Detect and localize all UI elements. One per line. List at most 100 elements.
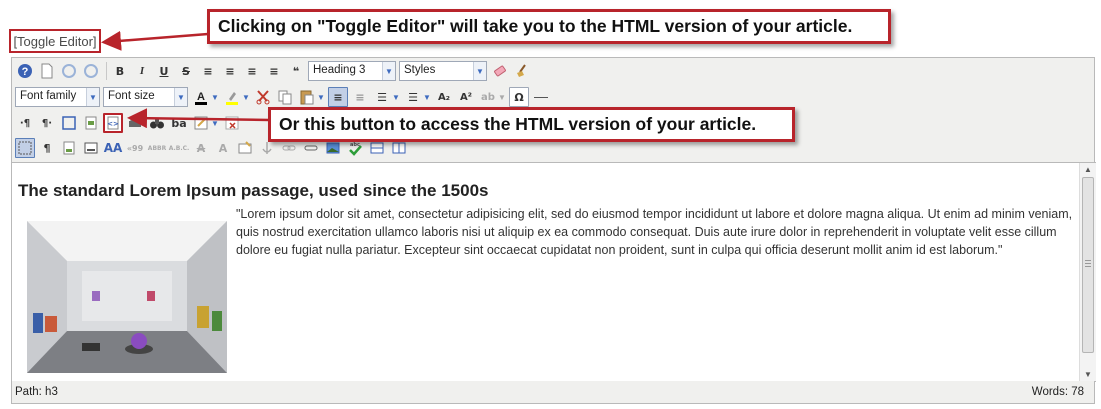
undo-button[interactable]: [59, 61, 79, 81]
chevron-down-icon[interactable]: ▼: [317, 93, 325, 102]
chevron-down-icon[interactable]: ▼: [211, 93, 219, 102]
scroll-down-icon[interactable]: ▼: [1080, 368, 1096, 381]
ltr-button[interactable]: ·¶: [15, 113, 35, 133]
toolbar-row-3: ·¶ ¶· <> ba ▼: [15, 112, 244, 134]
subscript-button[interactable]: A₂: [434, 87, 454, 107]
visual-aid-button[interactable]: [15, 138, 35, 158]
help-button[interactable]: ?: [15, 61, 35, 81]
paste-button[interactable]: [297, 87, 317, 107]
replace-button[interactable]: ba: [169, 113, 189, 133]
styles-select[interactable]: Styles ▼: [399, 61, 487, 81]
insertion-button[interactable]: A: [213, 138, 233, 158]
scrollbar-thumb[interactable]: [1082, 177, 1094, 353]
chevron-down-icon[interactable]: ▼: [498, 93, 506, 102]
vertical-scrollbar[interactable]: ▲ ▼: [1079, 163, 1096, 381]
blockquote-icon: ❝: [292, 64, 300, 78]
bold-button[interactable]: B: [110, 61, 130, 81]
font-family-select[interactable]: Font family ▼: [15, 87, 100, 107]
insert-page-button[interactable]: [59, 138, 79, 158]
special-char-button[interactable]: Ω: [509, 87, 529, 107]
deletion-icon: A: [196, 141, 206, 155]
format-select-value: Heading 3: [313, 64, 366, 76]
svg-text:A: A: [197, 91, 205, 103]
align-left-icon: ≡: [247, 64, 257, 78]
text-color-icon: A: [195, 91, 207, 105]
align-center-button[interactable]: ≡: [220, 61, 240, 81]
underline-icon: U: [159, 64, 169, 78]
callout-toggle-text: Clicking on "Toggle Editor" will take yo…: [218, 16, 853, 36]
toggle-editor-link[interactable]: [Toggle Editor]: [9, 29, 101, 53]
superscript-icon: A²: [459, 91, 473, 103]
align-right-icon: ≡: [269, 64, 279, 78]
html-source-button[interactable]: <>: [103, 113, 123, 133]
cite-icon: «99: [126, 143, 144, 153]
strikethrough-icon: S: [182, 64, 190, 78]
text-color-button[interactable]: A: [191, 87, 211, 107]
insert-template-button[interactable]: [191, 113, 211, 133]
bullet-list-button[interactable]: ☰: [403, 87, 423, 107]
svg-text:?: ?: [22, 66, 29, 78]
new-document-button[interactable]: [37, 61, 57, 81]
search-button[interactable]: [147, 113, 167, 133]
italic-button[interactable]: I: [132, 61, 152, 81]
style-props-button[interactable]: AA: [103, 138, 123, 158]
justify-full-button[interactable]: ≡: [198, 61, 218, 81]
align-center-2-button[interactable]: ≡: [328, 87, 348, 107]
rtl-button[interactable]: ¶·: [37, 113, 57, 133]
bullet-list-icon: ☰: [408, 90, 418, 104]
ltr-icon: ·¶: [19, 117, 31, 129]
paste-icon: [300, 90, 314, 105]
eraser-icon: [494, 65, 506, 77]
superscript-button[interactable]: A²: [456, 87, 476, 107]
preview-button[interactable]: [81, 113, 101, 133]
align-left-button[interactable]: ≡: [242, 61, 262, 81]
blockquote-button[interactable]: ❝: [286, 61, 306, 81]
print-icon: [129, 116, 141, 127]
eraser-button[interactable]: [490, 61, 510, 81]
insertion-icon: A: [218, 141, 228, 155]
toggle-editor-label: [Toggle Editor]: [13, 33, 97, 49]
remove-format-icon: [225, 116, 239, 130]
redo-button[interactable]: [81, 61, 101, 81]
remove-format-button[interactable]: [222, 113, 242, 133]
align-justify-button[interactable]: ≡: [350, 87, 370, 107]
gallery-image[interactable]: [27, 221, 227, 373]
template-icon: [194, 116, 208, 130]
ordered-list-button[interactable]: ☰: [372, 87, 392, 107]
insert-layer-button[interactable]: [81, 138, 101, 158]
chevron-down-icon[interactable]: ▼: [423, 93, 431, 102]
anchor-icon: [262, 142, 272, 154]
attributes-button[interactable]: [235, 138, 255, 158]
print-button[interactable]: [125, 113, 145, 133]
editor-content-area[interactable]: The standard Lorem Ipsum passage, used s…: [12, 162, 1096, 382]
format-select[interactable]: Heading 3 ▼: [308, 61, 396, 81]
unlink-icon: [304, 145, 318, 151]
chevron-down-icon[interactable]: ▼: [392, 93, 400, 102]
preview-icon: [85, 116, 97, 130]
horizontal-rule-button[interactable]: [531, 87, 551, 107]
copy-button[interactable]: [275, 87, 295, 107]
chevron-down-icon[interactable]: ▼: [211, 119, 219, 128]
underline-button[interactable]: U: [154, 61, 174, 81]
highlight-color-button[interactable]: [222, 87, 242, 107]
cut-button[interactable]: [253, 87, 273, 107]
strikethrough-button[interactable]: S: [176, 61, 196, 81]
chevron-down-icon[interactable]: ▼: [242, 93, 250, 102]
callout-html-text: Or this button to access the HTML versio…: [279, 114, 757, 134]
abbr-button[interactable]: ABBR: [147, 138, 167, 158]
anchor-button[interactable]: ab: [478, 87, 498, 107]
fullscreen-button[interactable]: [59, 113, 79, 133]
undo-icon: [62, 64, 76, 78]
cite-button[interactable]: «99: [125, 138, 145, 158]
show-blocks-button[interactable]: ¶: [37, 138, 57, 158]
cleanup-button[interactable]: [512, 61, 532, 81]
deletion-button[interactable]: A: [191, 138, 211, 158]
align-right-button[interactable]: ≡: [264, 61, 284, 81]
subscript-icon: A₂: [437, 91, 451, 103]
acronym-button[interactable]: A.B.C.: [169, 138, 190, 158]
scroll-up-icon[interactable]: ▲: [1080, 163, 1096, 176]
element-path[interactable]: Path: h3: [15, 386, 58, 398]
font-size-select[interactable]: Font size ▼: [103, 87, 188, 107]
status-bar: Path: h3 Words: 78: [12, 381, 1094, 403]
layer-icon: [84, 142, 98, 154]
